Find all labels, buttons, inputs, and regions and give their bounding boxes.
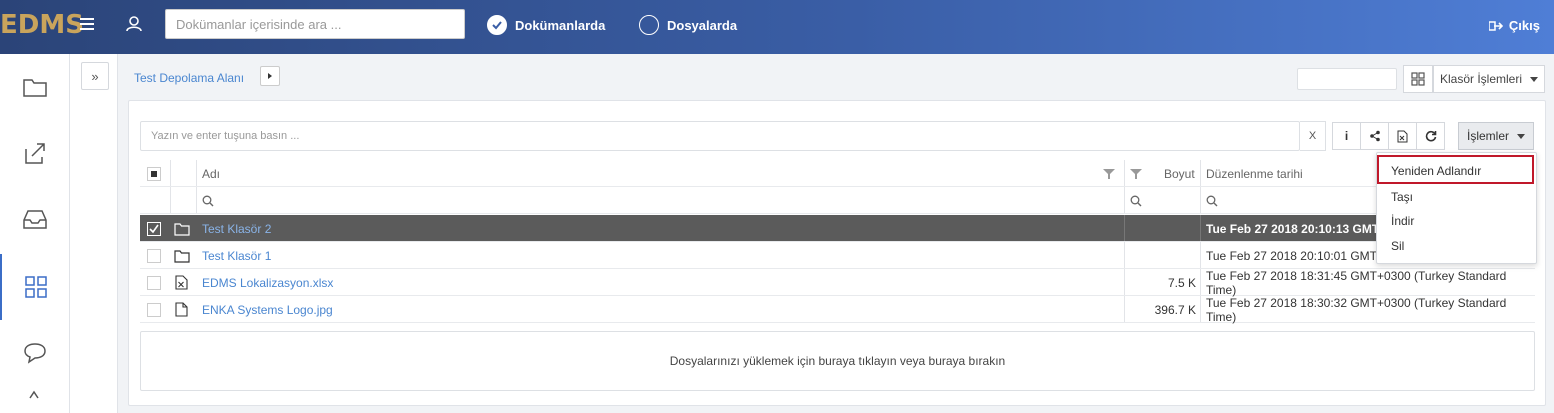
table-row[interactable]: Test Klasör 2 Tue Feb 27 2018 20:10:13 G… [140, 215, 1535, 242]
table-row[interactable]: ENKA Systems Logo.jpg 396.7 K Tue Feb 27… [140, 295, 1535, 324]
export-excel-button[interactable] [1388, 122, 1417, 150]
row-checkbox[interactable] [147, 242, 161, 269]
breadcrumb-bar: Test Depolama Alanı Klasör İşlemleri [119, 54, 1554, 100]
nav-folders[interactable] [0, 54, 70, 120]
folder-icon [23, 79, 47, 97]
row-checkbox[interactable] [147, 215, 161, 242]
row-checkbox[interactable] [147, 296, 161, 323]
filter-size-icon[interactable] [1130, 160, 1142, 187]
folder-icon [174, 215, 190, 242]
chat-icon [24, 343, 46, 364]
breadcrumb-expand-button[interactable] [260, 66, 280, 86]
table-row[interactable]: Test Klasör 1 Tue Feb 27 2018 20:10:01 G… [140, 242, 1535, 269]
upload-dropzone[interactable]: Dosyalarınızı yüklemek için buraya tıkla… [140, 331, 1535, 391]
row-checkbox[interactable] [147, 269, 161, 296]
row-size [1130, 215, 1196, 242]
row-size: 7.5 K [1167, 275, 1196, 290]
row-name-link[interactable]: EDMS Lokalizasyon.xlsx [202, 269, 333, 296]
history-icon [29, 390, 39, 399]
radio-files-label: Dosyalarda [667, 17, 738, 33]
menu-item-move[interactable]: Taşı [1391, 190, 1413, 204]
column-header-modified[interactable]: Düzenlenme tarihi [1206, 160, 1303, 187]
row-name-link[interactable]: ENKA Systems Logo.jpg [202, 296, 333, 323]
file-icon [175, 296, 188, 323]
view-toggle-button[interactable] [1403, 65, 1433, 93]
modified-search-icon[interactable] [1206, 187, 1218, 214]
row-modified: Tue Feb 27 2018 18:30:32 GMT+0300 (Turke… [1206, 295, 1507, 324]
inbox-icon [23, 210, 47, 229]
operations-label: İşlemler [1466, 129, 1509, 143]
excel-file-icon [175, 269, 188, 296]
expand-sidebar-button[interactable]: » [81, 62, 109, 90]
folder-operations-label: Klasör İşlemleri [1439, 72, 1523, 86]
row-size: 396.7 K [1154, 302, 1196, 317]
menu-item-download[interactable]: İndir [1391, 214, 1414, 228]
filter-input[interactable] [140, 121, 1300, 151]
nav-dashboard[interactable] [0, 254, 70, 320]
select-all-checkbox[interactable] [147, 160, 161, 187]
row-size [1130, 242, 1196, 269]
caret-down-icon [1517, 133, 1525, 139]
radio-checked-icon [487, 15, 507, 35]
caret-down-icon [1530, 76, 1539, 82]
checkmark-icon [149, 224, 159, 233]
logout-label: Çıkış [1508, 18, 1540, 33]
grid-view-icon [1411, 72, 1425, 86]
row-modified: Tue Feb 27 2018 20:10:01 GMT+ [1206, 248, 1385, 263]
filter-name-icon[interactable] [1103, 160, 1115, 187]
hamburger-menu-icon[interactable] [80, 15, 98, 35]
breadcrumb-root[interactable]: Test Depolama Alanı [134, 71, 244, 85]
menu-item-rename[interactable]: Yeniden Adlandır [1391, 164, 1481, 178]
radio-search-in-documents[interactable]: Dokümanlarda [487, 14, 605, 36]
folder-operations-dropdown[interactable]: Klasör İşlemleri [1433, 65, 1545, 93]
radio-documents-label: Dokümanlarda [515, 17, 606, 33]
name-search-icon[interactable] [202, 187, 214, 214]
share-icon [1369, 130, 1380, 142]
info-button[interactable]: i [1332, 122, 1361, 150]
menu-item-delete[interactable]: Sil [1391, 239, 1404, 253]
row-name-link[interactable]: Test Klasör 1 [202, 242, 271, 269]
share-out-icon [25, 143, 45, 164]
nav-comments[interactable] [0, 320, 70, 386]
radio-unchecked-icon [639, 15, 659, 35]
nav-inbox[interactable] [0, 186, 70, 252]
logout-button[interactable]: Çıkış [1488, 18, 1540, 33]
caret-right-icon [268, 73, 272, 79]
nav-history[interactable] [0, 386, 70, 413]
top-bar: EDMS Dokümanlarda Dosyalarda Çıkış [0, 0, 1554, 54]
size-search-icon[interactable] [1130, 187, 1142, 214]
column-header-size[interactable]: Boyut [1164, 160, 1195, 187]
table-search-row [140, 187, 1535, 214]
breadcrumb-search-input[interactable] [1297, 68, 1397, 90]
excel-file-icon [1397, 130, 1408, 142]
left-navigation [0, 54, 70, 413]
column-header-name[interactable]: Adı [202, 160, 220, 187]
table-header-row: Adı Boyut Düzenlenme tarihi [140, 160, 1535, 187]
refresh-icon [1425, 130, 1436, 142]
row-modified: Tue Feb 27 2018 20:10:13 GMT+ [1206, 221, 1387, 236]
operations-dropdown-button[interactable]: İşlemler [1458, 122, 1534, 150]
double-chevron-right-icon: » [91, 68, 99, 84]
share-button[interactable] [1360, 122, 1389, 150]
sidebar-expander-column: » [70, 54, 118, 413]
logout-icon [1488, 20, 1503, 31]
folder-icon [174, 242, 190, 269]
clear-filter-button[interactable]: X [1300, 121, 1326, 151]
refresh-button[interactable] [1416, 122, 1445, 150]
table-row[interactable]: EDMS Lokalizasyon.xlsx 7.5 K Tue Feb 27 … [140, 268, 1535, 297]
file-browser-panel: X i İşlemler Adı Boyut [128, 100, 1546, 406]
row-name-link[interactable]: Test Klasör 2 [202, 215, 271, 242]
info-icon: i [1344, 129, 1349, 143]
user-icon[interactable] [124, 14, 144, 36]
nav-shared[interactable] [0, 120, 70, 186]
row-modified: Tue Feb 27 2018 18:31:45 GMT+0300 (Turke… [1206, 268, 1507, 297]
radio-search-in-files[interactable]: Dosyalarda [639, 14, 737, 36]
grid-icon [25, 276, 47, 298]
app-logo: EDMS [0, 10, 84, 40]
global-search-input[interactable] [165, 9, 465, 39]
operations-dropdown-menu: Yeniden Adlandır Taşı İndir Sil [1376, 152, 1537, 264]
